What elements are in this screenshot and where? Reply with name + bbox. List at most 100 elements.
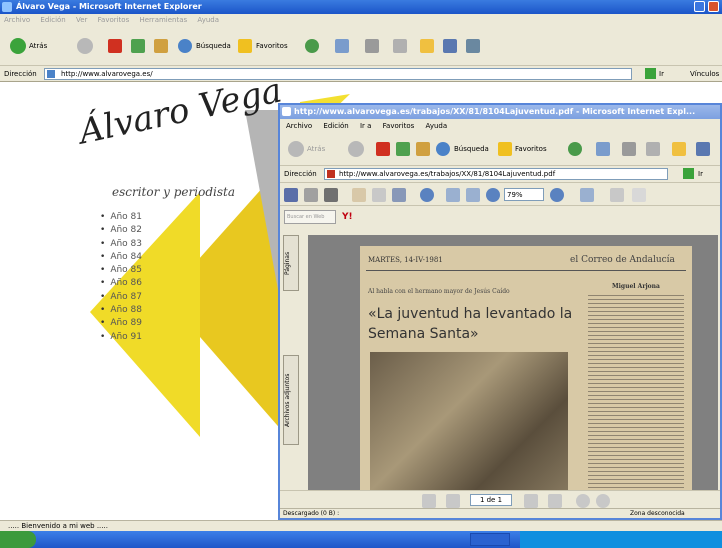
nav-item[interactable]: Año 81: [100, 212, 142, 225]
nav-item[interactable]: Año 89: [100, 318, 142, 331]
ie-logo-icon: [2, 2, 12, 12]
nav-item[interactable]: Año 91: [100, 332, 142, 345]
page-layout-icon[interactable]: [580, 188, 594, 202]
pdf-stop-icon[interactable]: [376, 142, 390, 156]
pdf-menu-ir-a[interactable]: Ir a: [360, 122, 371, 130]
pdf-home-icon[interactable]: [416, 142, 430, 156]
pdf-folder-icon[interactable]: [672, 142, 686, 156]
folder-icon[interactable]: [420, 39, 434, 53]
article-photo: [370, 352, 568, 490]
back-arrow-icon[interactable]: [10, 38, 26, 54]
favorites-button-label[interactable]: Favoritos: [256, 42, 288, 50]
pdf-menu-ayuda[interactable]: Ayuda: [426, 122, 448, 130]
zoom-field[interactable]: 79%: [504, 188, 544, 201]
fit-width-icon[interactable]: [466, 188, 480, 202]
tab-pages[interactable]: Páginas: [283, 235, 299, 291]
reader-print-icon[interactable]: [304, 188, 318, 202]
pdf-favorites-label[interactable]: Favoritos: [515, 145, 547, 153]
reader-page-icon[interactable]: [632, 188, 646, 202]
pdf-forward-arrow-icon[interactable]: [348, 141, 364, 157]
pdf-search-label[interactable]: Búsqueda: [454, 145, 489, 153]
nav-item[interactable]: Año 84: [100, 252, 142, 265]
zoom-in-icon[interactable]: [420, 188, 434, 202]
yahoo-icon[interactable]: Y!: [342, 212, 353, 222]
pdf-favorites-star-icon[interactable]: [498, 142, 512, 156]
search-icon[interactable]: [178, 39, 192, 53]
links-label[interactable]: Vínculos: [690, 70, 719, 78]
start-button[interactable]: [0, 531, 36, 548]
search-button-label[interactable]: Búsqueda: [196, 42, 231, 50]
stop-icon[interactable]: [108, 39, 122, 53]
menu-favoritos[interactable]: Favoritos: [98, 16, 130, 24]
nav-item[interactable]: Año 83: [100, 239, 142, 252]
research-icon[interactable]: [466, 39, 480, 53]
save-icon[interactable]: [284, 188, 298, 202]
zoom-out-icon[interactable]: [486, 188, 500, 202]
address-input[interactable]: http://www.alvarovega.es/: [44, 68, 632, 80]
pdf-menu-archivo[interactable]: Archivo: [286, 122, 312, 130]
pdf-window-ie-icon: [282, 107, 291, 116]
forward-arrow-icon[interactable]: [77, 38, 93, 54]
tab-attachments[interactable]: Archivos adjuntos: [283, 355, 299, 445]
menu-archivo[interactable]: Archivo: [4, 16, 30, 24]
mail-icon[interactable]: [335, 39, 349, 53]
close-button[interactable]: [708, 1, 719, 12]
history-icon[interactable]: [305, 39, 319, 53]
pdf-history-icon[interactable]: [568, 142, 582, 156]
go-label[interactable]: Ir: [659, 70, 664, 78]
snapshot-icon[interactable]: [392, 188, 406, 202]
text-select-icon[interactable]: [372, 188, 386, 202]
pdf-go-arrow-icon[interactable]: [683, 168, 694, 179]
rotate-icon[interactable]: [610, 188, 624, 202]
nav-item[interactable]: Año 88: [100, 305, 142, 318]
pdf-mail-icon[interactable]: [596, 142, 610, 156]
menu-ayuda[interactable]: Ayuda: [197, 16, 219, 24]
refresh-icon[interactable]: [131, 39, 145, 53]
next-view-icon[interactable]: [596, 494, 610, 508]
pdf-window: http://www.alvarovega.es/trabajos/XX/81/…: [278, 103, 722, 520]
next-page-icon[interactable]: [524, 494, 538, 508]
pdf-document-view[interactable]: MARTES, 14-IV-1981 el Correo de Andalucí…: [308, 235, 718, 490]
last-page-icon[interactable]: [548, 494, 562, 508]
minimize-button[interactable]: [694, 1, 705, 12]
home-icon[interactable]: [154, 39, 168, 53]
menu-herramientas[interactable]: Herramientas: [139, 16, 187, 24]
address-bar: Dirección http://www.alvarovega.es/ Ir V…: [0, 66, 722, 82]
print-icon[interactable]: [365, 39, 379, 53]
binoculars-icon[interactable]: [324, 188, 338, 202]
pdf-refresh-icon[interactable]: [396, 142, 410, 156]
pdf-back-arrow-icon[interactable]: [288, 141, 304, 157]
pdf-menu-favoritos[interactable]: Favoritos: [383, 122, 415, 130]
fit-page-icon[interactable]: [446, 188, 460, 202]
pdf-messenger-icon[interactable]: [696, 142, 710, 156]
previous-view-icon[interactable]: [576, 494, 590, 508]
nav-item[interactable]: Año 87: [100, 292, 142, 305]
edit-icon[interactable]: [393, 39, 407, 53]
pdf-edit-icon[interactable]: [646, 142, 660, 156]
messenger-icon[interactable]: [443, 39, 457, 53]
hand-tool-icon[interactable]: [352, 188, 366, 202]
page-indicator[interactable]: 1 de 1: [470, 494, 512, 506]
menu-ver[interactable]: Ver: [76, 16, 87, 24]
first-page-icon[interactable]: [422, 494, 436, 508]
favorites-star-icon[interactable]: [238, 39, 252, 53]
go-arrow-icon[interactable]: [645, 68, 656, 79]
pdf-menu-edicion[interactable]: Edición: [323, 122, 348, 130]
nav-item[interactable]: Año 85: [100, 265, 142, 278]
article-kicker: Al habla con el hermano mayor de Jesús C…: [368, 288, 510, 295]
previous-page-icon[interactable]: [446, 494, 460, 508]
zoom-plus-icon[interactable]: [550, 188, 564, 202]
pdf-address-input[interactable]: http://www.alvarovega.es/trabajos/XX/81/…: [324, 168, 668, 180]
menu-edicion[interactable]: Edición: [40, 16, 65, 24]
pdf-search-icon[interactable]: [436, 142, 450, 156]
taskbar-app-button[interactable]: [470, 533, 510, 546]
nav-item[interactable]: Año 86: [100, 278, 142, 291]
article-body-column: [588, 292, 684, 490]
back-button-label[interactable]: Atrás: [29, 42, 47, 50]
web-search-input[interactable]: Buscar en Web: [284, 210, 336, 224]
nav-item[interactable]: Año 82: [100, 225, 142, 238]
pdf-go-label[interactable]: Ir: [698, 170, 703, 178]
pdf-toolbar: Atrás Búsqueda Favoritos: [280, 132, 720, 166]
pdf-print-icon[interactable]: [622, 142, 636, 156]
pdf-back-label[interactable]: Atrás: [307, 145, 325, 153]
